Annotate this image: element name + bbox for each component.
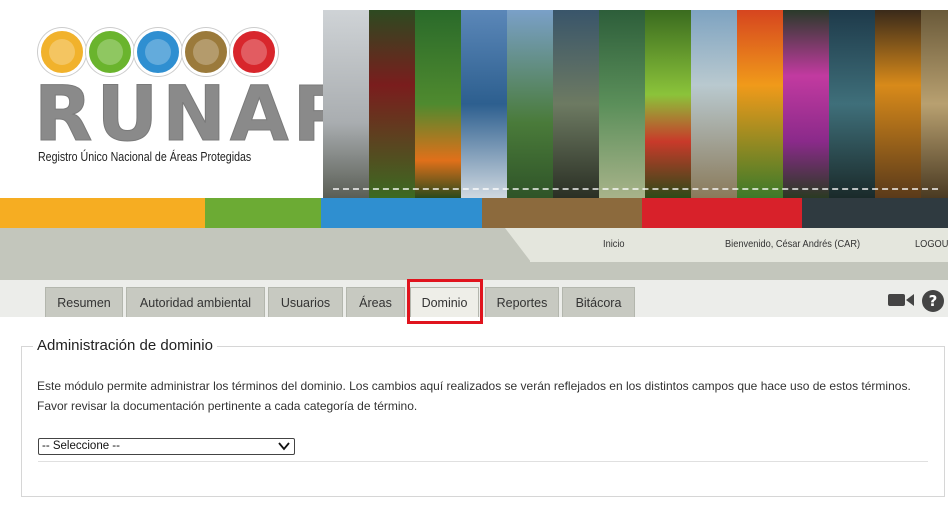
domain-admin-panel bbox=[21, 346, 945, 497]
tab-highlight bbox=[407, 279, 483, 324]
select-value: -- Seleccione -- bbox=[42, 440, 120, 452]
tab-resumen[interactable]: Resumen bbox=[45, 287, 123, 317]
logo-subtitle: Registro Único Nacional de Áreas Protegi… bbox=[38, 150, 252, 164]
welcome-user[interactable]: Bienvenido, César Andrés (CAR) bbox=[725, 238, 860, 250]
logo-wordmark: RUNAP bbox=[33, 69, 353, 158]
section-title: Administración de dominio bbox=[33, 337, 217, 354]
tab-autoridad-ambiental[interactable]: Autoridad ambiental bbox=[126, 287, 265, 317]
help-icon[interactable]: ? bbox=[922, 290, 944, 312]
top-nav: Inicio Bienvenido, César Andrés (CAR) LO… bbox=[0, 228, 948, 280]
color-bar bbox=[0, 198, 948, 228]
runap-logo[interactable]: RUNAP Registro Único Nacional de Áreas P… bbox=[30, 28, 349, 178]
header-banner bbox=[323, 10, 948, 198]
home-link[interactable]: Inicio bbox=[603, 238, 625, 250]
divider bbox=[38, 461, 928, 462]
chevron-down-icon bbox=[278, 439, 290, 458]
logout-link[interactable]: LOGOU bbox=[915, 238, 948, 250]
tab-bitacora[interactable]: Bitácora bbox=[562, 287, 635, 317]
term-category-select[interactable]: -- Seleccione -- bbox=[38, 438, 295, 455]
section-description: Este módulo permite administrar los térm… bbox=[37, 379, 911, 413]
tab-reportes[interactable]: Reportes bbox=[485, 287, 559, 317]
video-camera-icon[interactable] bbox=[888, 290, 914, 310]
tab-areas[interactable]: Áreas bbox=[346, 287, 405, 317]
tab-usuarios[interactable]: Usuarios bbox=[268, 287, 343, 317]
